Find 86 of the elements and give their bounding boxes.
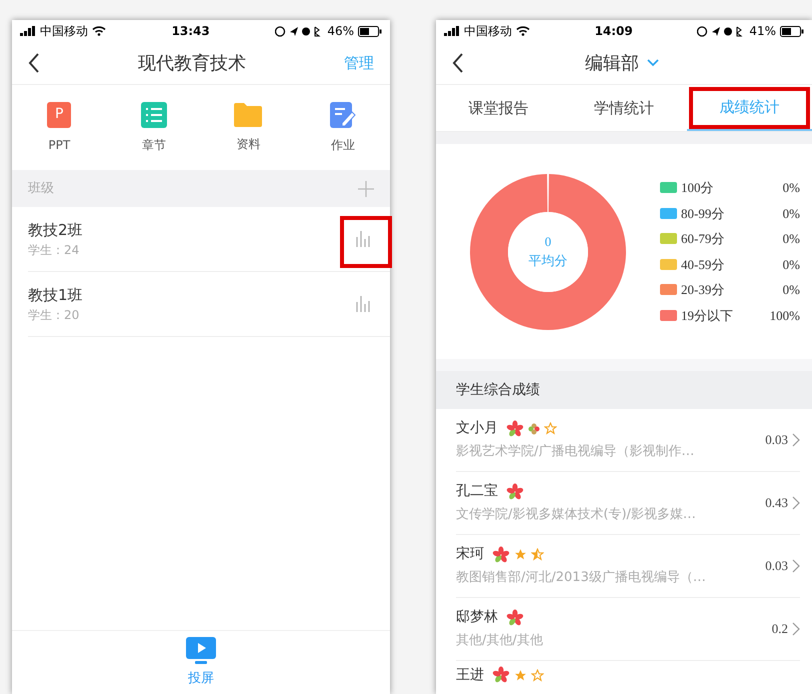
add-icon[interactable]	[358, 180, 374, 196]
legend-percent: 0%	[782, 230, 800, 248]
chevron-down-icon[interactable]	[647, 59, 659, 67]
chevron-right-icon	[792, 433, 800, 447]
shortcut-button[interactable]: 资料	[201, 102, 296, 152]
flower-icon	[506, 608, 524, 627]
star-icon	[514, 548, 527, 562]
student-name: 宋珂	[456, 545, 484, 564]
chevron-right-icon	[792, 496, 800, 510]
student-name: 王进	[456, 666, 484, 684]
legend-label: 19分以下	[681, 306, 734, 324]
average-label: 平均分	[528, 252, 568, 270]
section-title: 班级	[28, 180, 54, 198]
class-name: 教技1班	[28, 284, 83, 306]
student-score: 0.03	[765, 557, 788, 576]
legend-label: 40-59分	[681, 256, 726, 274]
section-title: 学生综合成绩	[456, 380, 540, 400]
wifi-icon	[516, 26, 530, 36]
status-time: 14:09	[594, 23, 633, 40]
legend-percent: 100%	[770, 306, 800, 324]
student-name: 文小月	[456, 419, 498, 438]
status-time: 13:43	[172, 23, 210, 40]
clover-icon	[528, 422, 540, 435]
student-row[interactable]: 王进	[456, 661, 800, 689]
back-icon[interactable]	[28, 53, 40, 73]
signal-icon	[20, 26, 36, 36]
student-row[interactable]: 孔二宝 文传学院/影视多媒体技术(专)/影视多媒… 0.43	[456, 472, 800, 535]
student-name: 邸梦林	[456, 608, 498, 628]
student-score: 0.43	[765, 494, 788, 512]
legend-label: 20-39分	[681, 281, 726, 299]
legend-percent: 0%	[782, 281, 800, 299]
legend-label: 100分	[681, 179, 714, 197]
class-row[interactable]: 教技1班 学生：20	[28, 272, 390, 337]
bar-chart-icon[interactable]	[356, 296, 370, 312]
tab[interactable]: 课堂报告	[436, 85, 562, 131]
legend-percent: 0%	[782, 179, 800, 197]
flower-icon	[506, 482, 524, 501]
folder-icon	[234, 102, 262, 126]
student-score: 0.03	[765, 431, 788, 450]
list-icon	[140, 102, 167, 128]
star-outline-icon	[531, 668, 544, 682]
student-name: 孔二宝	[456, 482, 498, 502]
flower-icon	[492, 666, 510, 684]
battery-percent: 41%	[749, 23, 776, 40]
carrier-name: 中国移动	[40, 23, 88, 40]
legend-percent: 0%	[782, 256, 800, 274]
student-row[interactable]: 邸梦林 其他/其他/其他 0.2	[456, 598, 800, 661]
student-detail: 其他/其他/其他	[456, 632, 543, 650]
chevron-right-icon	[792, 622, 800, 636]
wifi-icon	[92, 26, 106, 36]
star-outline-icon	[544, 422, 557, 436]
star-icon	[514, 668, 527, 682]
class-row[interactable]: 教技2班 学生：24	[28, 207, 390, 272]
student-row[interactable]: 宋珂 教图销售部/河北/2013级广播电视编导（… 0.03	[456, 535, 800, 598]
half-star-icon	[531, 548, 544, 562]
signal-icon	[444, 26, 460, 36]
tab[interactable]: 学情统计	[561, 85, 687, 131]
battery-icon	[358, 26, 382, 36]
page-title: 编辑部	[585, 52, 639, 76]
student-detail: 文传学院/影视多媒体技术(专)/影视多媒…	[456, 506, 696, 524]
battery-percent: 46%	[327, 23, 354, 40]
average-value: 0	[544, 233, 552, 251]
play-monitor-icon	[186, 636, 216, 665]
legend-label: 80-99分	[681, 204, 726, 222]
page-title: 现代教育技术	[138, 52, 246, 76]
student-score: 0.2	[772, 620, 788, 638]
flower-icon	[492, 546, 510, 564]
shortcut-button[interactable]: P PPT	[12, 102, 106, 154]
ppt-icon: P	[47, 102, 72, 128]
student-count: 学生：24	[28, 242, 80, 260]
student-detail: 教图销售部/河北/2013级广播电视编导（…	[456, 569, 706, 588]
legend-percent: 0%	[782, 204, 800, 222]
flower-icon	[506, 420, 524, 438]
student-detail: 影视艺术学院/广播电视编导（影视制作…	[456, 443, 694, 462]
chevron-right-icon	[792, 559, 800, 573]
carrier-name: 中国移动	[464, 23, 512, 40]
bar-chart-icon[interactable]	[356, 231, 370, 247]
shortcut-button[interactable]: 作业	[296, 102, 390, 154]
student-count: 学生：20	[28, 307, 80, 324]
battery-icon	[780, 26, 804, 36]
shortcut-button[interactable]: 章节	[106, 102, 201, 154]
legend-label: 60-79分	[681, 230, 726, 248]
back-icon[interactable]	[452, 53, 464, 73]
class-name: 教技2班	[28, 220, 83, 241]
student-row[interactable]: 文小月 影视艺术学院/广播电视编导（影视制作… 0.03	[456, 409, 800, 472]
edit-icon	[330, 102, 356, 128]
